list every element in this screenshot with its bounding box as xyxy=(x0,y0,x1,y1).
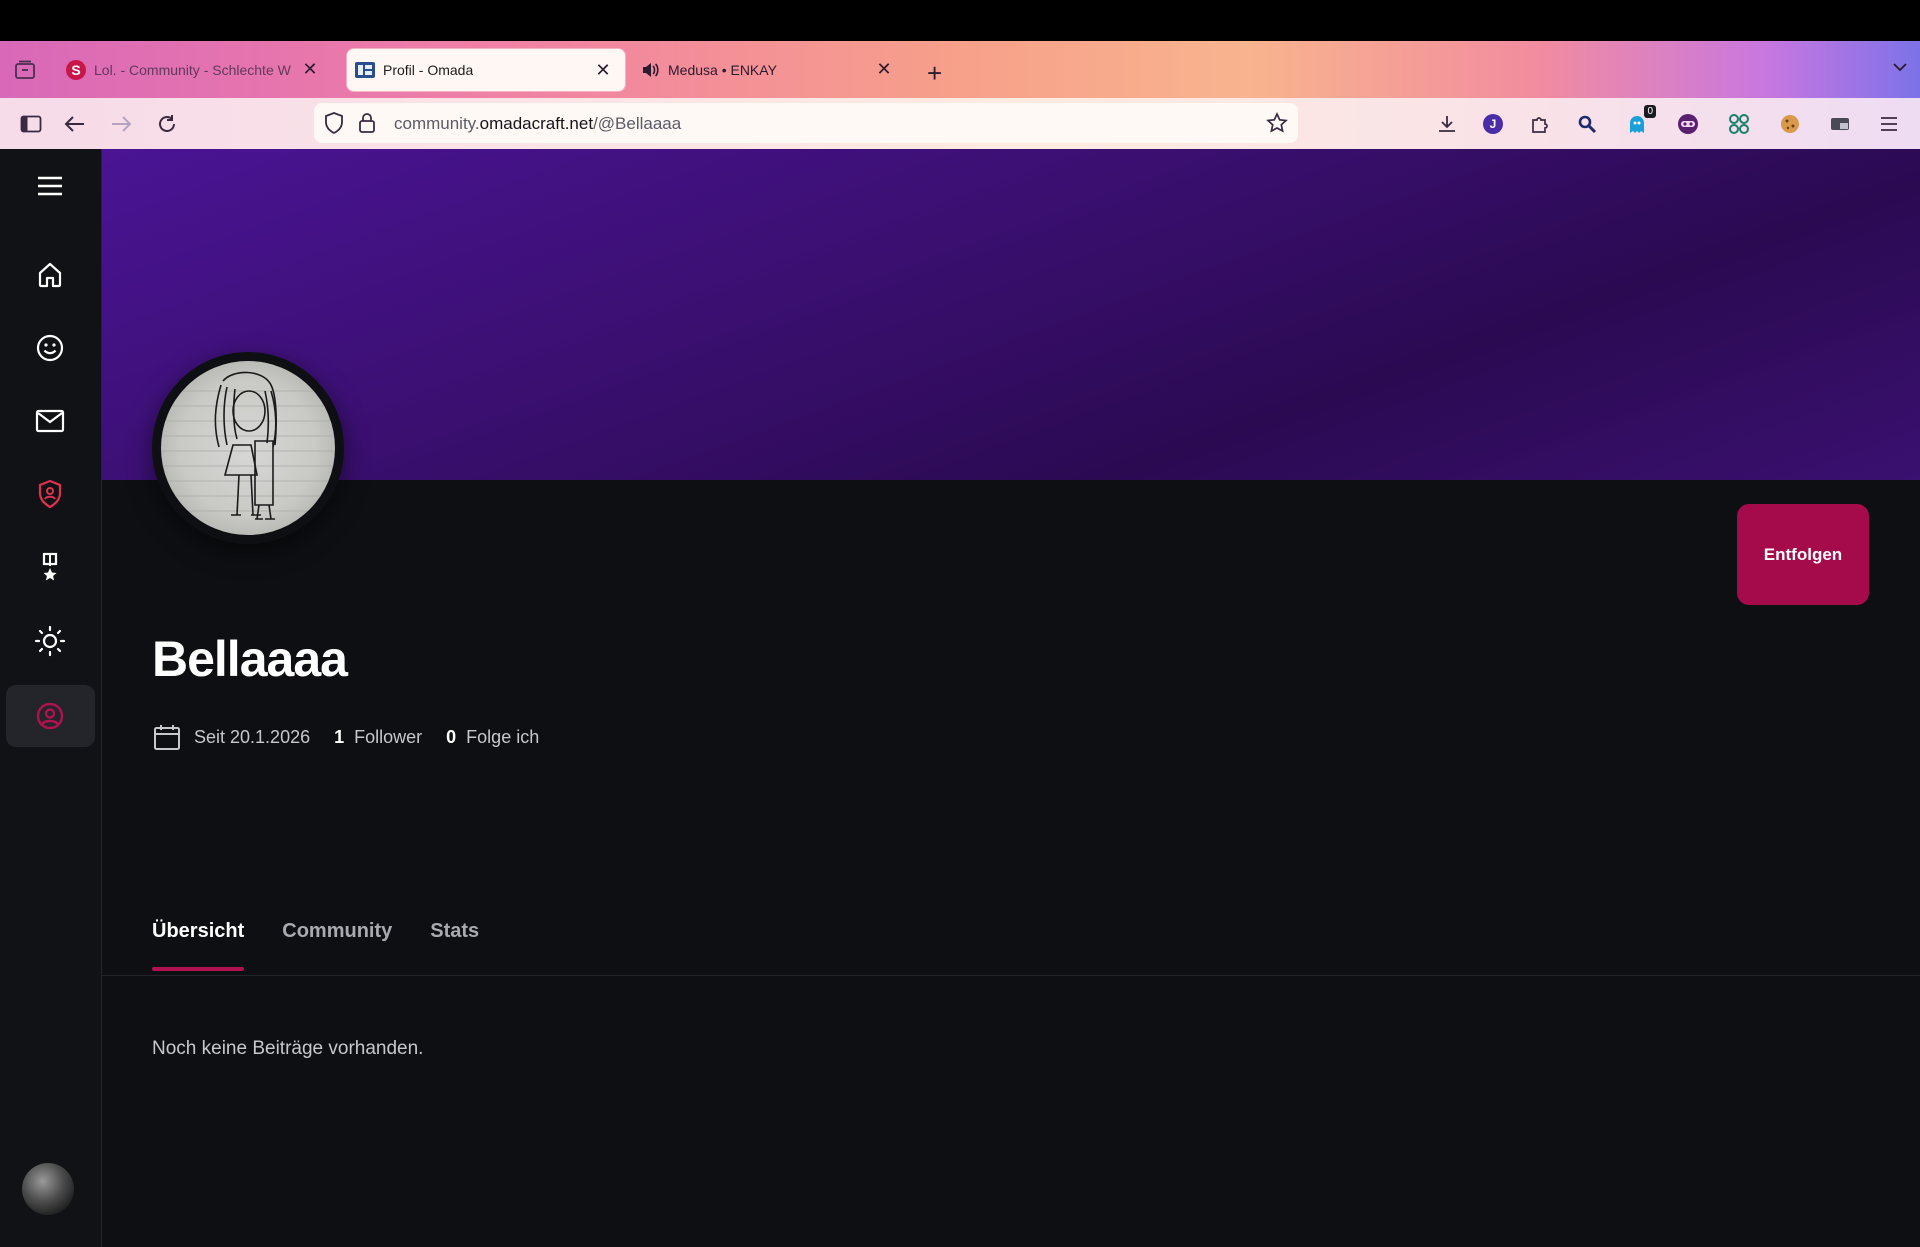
url-host: omadacraft.net xyxy=(479,114,594,133)
tabs-divider xyxy=(102,975,1920,976)
profile-tabs: Übersicht Community Stats xyxy=(152,920,479,971)
download-icon[interactable] xyxy=(1434,111,1460,137)
lock-icon[interactable] xyxy=(358,112,376,139)
svg-text:J: J xyxy=(1490,117,1497,131)
reload-icon[interactable] xyxy=(154,111,180,137)
s-logo-icon: S xyxy=(66,60,86,80)
profile-banner xyxy=(102,149,1920,480)
calendar-icon xyxy=(152,722,182,752)
forward-arrow-icon[interactable] xyxy=(108,111,134,137)
browser-tab-active[interactable]: Profil - Omada ✕ xyxy=(346,48,626,92)
tab-overview[interactable]: Übersicht xyxy=(152,920,245,971)
browser-tab-strip: S Lol. - Community - Schlechte W ✕ Profi… xyxy=(0,41,1920,98)
url-path: /@Bellaaaa xyxy=(593,114,682,133)
profile-meta: Seit 20.1.2026 1 Follower 0 Folge ich xyxy=(152,722,539,752)
url-text[interactable]: community.omadacraft.net/@Bellaaaa xyxy=(394,114,681,134)
sun-icon[interactable] xyxy=(25,616,75,666)
grid-extension-icon[interactable] xyxy=(1726,111,1752,137)
browser-tab[interactable]: Medusa • ENKAY ✕ xyxy=(640,48,906,92)
tab-overview-icon[interactable] xyxy=(12,57,38,83)
sidebar-toggle-icon[interactable] xyxy=(18,111,44,137)
following-count[interactable]: 0 xyxy=(446,727,456,748)
pip-extension-icon[interactable] xyxy=(1828,111,1854,137)
mask-extension-icon[interactable] xyxy=(1675,111,1701,137)
system-top-bar xyxy=(0,0,1920,41)
chevron-down-icon[interactable] xyxy=(1890,57,1910,82)
mail-icon[interactable] xyxy=(25,396,75,446)
profile-username: Bellaaaa xyxy=(152,631,348,687)
back-arrow-icon[interactable] xyxy=(62,111,88,137)
speaker-icon[interactable] xyxy=(640,60,660,80)
tracking-shield-icon[interactable] xyxy=(324,112,344,139)
tab-community[interactable]: Community xyxy=(282,920,392,971)
empty-state-message: Noch keine Beiträge vorhanden. xyxy=(152,1038,424,1059)
browser-toolbar: community.omadacraft.net/@Bellaaaa J 0 xyxy=(0,98,1920,149)
profile-avatar xyxy=(152,352,344,544)
user-avatar[interactable] xyxy=(22,1163,74,1215)
tab-title: Profil - Omada xyxy=(383,62,474,78)
app-sidebar xyxy=(0,149,102,1247)
puzzle-icon[interactable] xyxy=(1527,111,1553,137)
close-tab-icon[interactable]: ✕ xyxy=(874,59,894,79)
tab-title: Medusa • ENKAY xyxy=(668,62,777,78)
following-label[interactable]: Folge ich xyxy=(466,727,539,748)
award-icon[interactable] xyxy=(25,543,75,593)
tab-title: Lol. - Community - Schlechte W xyxy=(94,62,291,78)
home-icon[interactable] xyxy=(25,250,75,300)
omada-logo-icon xyxy=(355,60,375,80)
cookie-icon[interactable] xyxy=(1777,111,1803,137)
hamburger-menu-icon[interactable] xyxy=(25,161,75,211)
svg-text:S: S xyxy=(71,62,80,78)
extension-j-icon[interactable]: J xyxy=(1480,111,1506,137)
followers-count[interactable]: 1 xyxy=(334,727,344,748)
smiley-icon[interactable] xyxy=(25,323,75,373)
magnifier-extension-icon[interactable] xyxy=(1574,111,1600,137)
profile-avatar-image xyxy=(161,361,335,535)
ghostery-icon[interactable]: 0 xyxy=(1624,105,1656,137)
bookmark-star-icon[interactable] xyxy=(1266,111,1288,139)
browser-tab[interactable]: S Lol. - Community - Schlechte W ✕ xyxy=(66,48,332,92)
close-tab-icon[interactable]: ✕ xyxy=(300,59,320,79)
menu-icon[interactable] xyxy=(1876,111,1902,137)
close-tab-icon[interactable]: ✕ xyxy=(593,60,613,80)
shield-user-icon[interactable] xyxy=(25,469,75,519)
address-bar[interactable]: community.omadacraft.net/@Bellaaaa xyxy=(314,103,1298,143)
unfollow-button[interactable]: Entfolgen xyxy=(1737,504,1869,605)
profile-icon[interactable] xyxy=(25,691,75,741)
extension-badge: 0 xyxy=(1644,105,1656,118)
followers-label[interactable]: Follower xyxy=(354,727,422,748)
url-prefix: community. xyxy=(394,114,480,133)
new-tab-button[interactable]: + xyxy=(927,58,942,89)
tab-stats[interactable]: Stats xyxy=(430,920,479,971)
member-since: Seit 20.1.2026 xyxy=(194,726,311,747)
